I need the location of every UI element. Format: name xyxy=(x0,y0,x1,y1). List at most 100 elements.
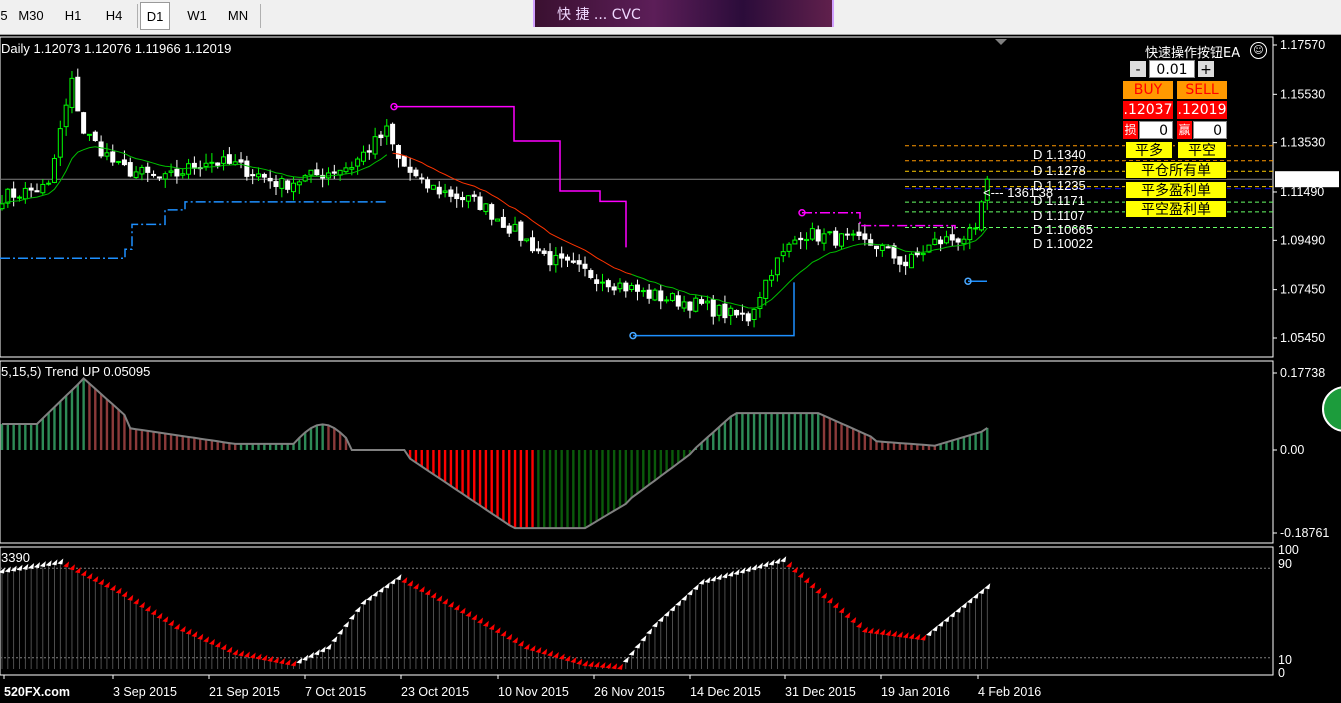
timeframe-w1[interactable]: W1 xyxy=(178,2,216,30)
timeframe-5[interactable]: 5 xyxy=(0,2,8,30)
stoch-arrow xyxy=(856,621,863,628)
stoch-arrow xyxy=(302,654,309,661)
candle-body xyxy=(973,227,979,230)
buy-button[interactable]: BUY xyxy=(1123,81,1173,99)
ad-banner[interactable]: 快 捷 ... CVC xyxy=(533,0,834,27)
candle-body xyxy=(448,189,454,197)
candle-body xyxy=(413,169,419,177)
candle-body xyxy=(949,234,955,241)
candle-body xyxy=(86,133,92,136)
y-tick-label: 1.15530 xyxy=(1280,87,1325,101)
candle-body xyxy=(512,223,518,232)
lot-size-input[interactable]: 0.01 xyxy=(1149,60,1195,78)
candle-body xyxy=(879,244,885,251)
lot-decrease-button[interactable]: - xyxy=(1129,60,1147,78)
candle-body xyxy=(302,175,308,182)
candle-body xyxy=(716,304,722,316)
candle-body xyxy=(576,260,582,265)
stoch-arrow xyxy=(115,587,122,594)
timeframe-m30[interactable]: M30 xyxy=(10,2,52,30)
lot-increase-button[interactable]: + xyxy=(1197,60,1215,78)
candle-body xyxy=(92,131,98,142)
close-long-profit-button[interactable]: 平多盈利单 xyxy=(1125,181,1227,199)
stoch-arrow xyxy=(214,641,221,648)
candle-body xyxy=(296,181,302,186)
stoch-arrow xyxy=(138,601,145,608)
timeframe-mn[interactable]: MN xyxy=(220,2,256,30)
candle-body xyxy=(34,190,40,193)
stoch-arrow xyxy=(955,606,962,613)
banner-text: 快 捷 ... CVC xyxy=(557,7,641,23)
candle-body xyxy=(751,308,757,321)
sell-button[interactable]: SELL xyxy=(1177,81,1227,99)
stoch-arrow xyxy=(383,582,390,589)
stoch-arrow xyxy=(686,589,693,596)
candle-body xyxy=(903,261,909,267)
timeframe-h4[interactable]: H4 xyxy=(95,2,133,30)
watermark-label: 520FX.com xyxy=(4,685,70,699)
close-short-button[interactable]: 平空 xyxy=(1177,141,1227,159)
candle-body xyxy=(710,299,716,317)
candle-body xyxy=(594,279,600,284)
candle-body xyxy=(722,303,728,319)
stoch-arrow xyxy=(168,619,175,626)
timeframe-h1[interactable]: H1 xyxy=(56,2,90,30)
stoch-arrow xyxy=(908,633,915,640)
y-tick-label: 90 xyxy=(1278,557,1292,571)
candle-body xyxy=(500,216,506,228)
stoch-arrow xyxy=(826,597,833,604)
stoch-arrow xyxy=(896,631,903,638)
candle-body xyxy=(366,150,372,153)
candle-body xyxy=(646,289,652,299)
candle-body xyxy=(559,253,565,259)
stoch-arrow xyxy=(319,646,326,653)
candle-body xyxy=(0,203,5,210)
x-tick-label: 3 Sep 2015 xyxy=(113,685,177,699)
candle-body xyxy=(844,233,850,236)
candle-body xyxy=(553,254,559,266)
stoch-arrow xyxy=(809,582,816,589)
candle-body xyxy=(792,239,798,245)
stoch-arrow xyxy=(63,561,70,568)
toolbar-separator xyxy=(260,4,261,28)
candle-body xyxy=(221,156,227,164)
stoch-arrow xyxy=(197,633,204,640)
stoch-arrow xyxy=(663,610,670,617)
y-tick-label: 100 xyxy=(1278,543,1299,557)
timeframe-d1[interactable]: D1 xyxy=(140,2,170,30)
stoch-arrow xyxy=(914,633,921,640)
close-short-profit-button[interactable]: 平空盈利单 xyxy=(1125,200,1227,218)
stoch-arrow xyxy=(605,662,612,669)
stoch-arrow xyxy=(144,605,151,612)
candle-body xyxy=(226,154,232,164)
candle-body xyxy=(104,152,110,157)
stoch-arrow xyxy=(354,606,361,613)
candle-body xyxy=(658,290,664,302)
stoch-arrow xyxy=(960,601,967,608)
close-all-button[interactable]: 平仓所有单 xyxy=(1125,161,1227,179)
candle-body xyxy=(489,204,495,220)
stoch-arrow xyxy=(249,652,256,659)
stoch-arrow xyxy=(978,587,985,594)
candle-body xyxy=(372,136,378,155)
candle-body xyxy=(967,227,973,241)
candle-body xyxy=(331,171,337,174)
loss-value[interactable]: 0 xyxy=(1139,121,1173,139)
stoch-arrow xyxy=(838,607,845,614)
candle-body xyxy=(69,77,75,108)
stoch-arrow xyxy=(797,571,804,578)
stoch-arrow xyxy=(173,623,180,630)
profit-value[interactable]: 0 xyxy=(1193,121,1227,139)
stoch-arrow xyxy=(949,611,956,618)
stoch-arrow xyxy=(587,660,594,667)
close-long-button[interactable]: 平多 xyxy=(1125,141,1173,159)
candle-body xyxy=(460,197,466,201)
stoch-arrow xyxy=(267,655,274,662)
stoch-arrow xyxy=(150,609,157,616)
candle-body xyxy=(250,174,256,177)
stoch-arrow xyxy=(51,559,58,566)
candle-body xyxy=(798,237,804,241)
x-axis: 520FX.com 3 Sep 2015 21 Sep 2015 7 Oct 2015… xyxy=(3,675,1041,699)
stoch-arrow xyxy=(325,643,332,650)
stoch-arrow xyxy=(442,598,449,605)
